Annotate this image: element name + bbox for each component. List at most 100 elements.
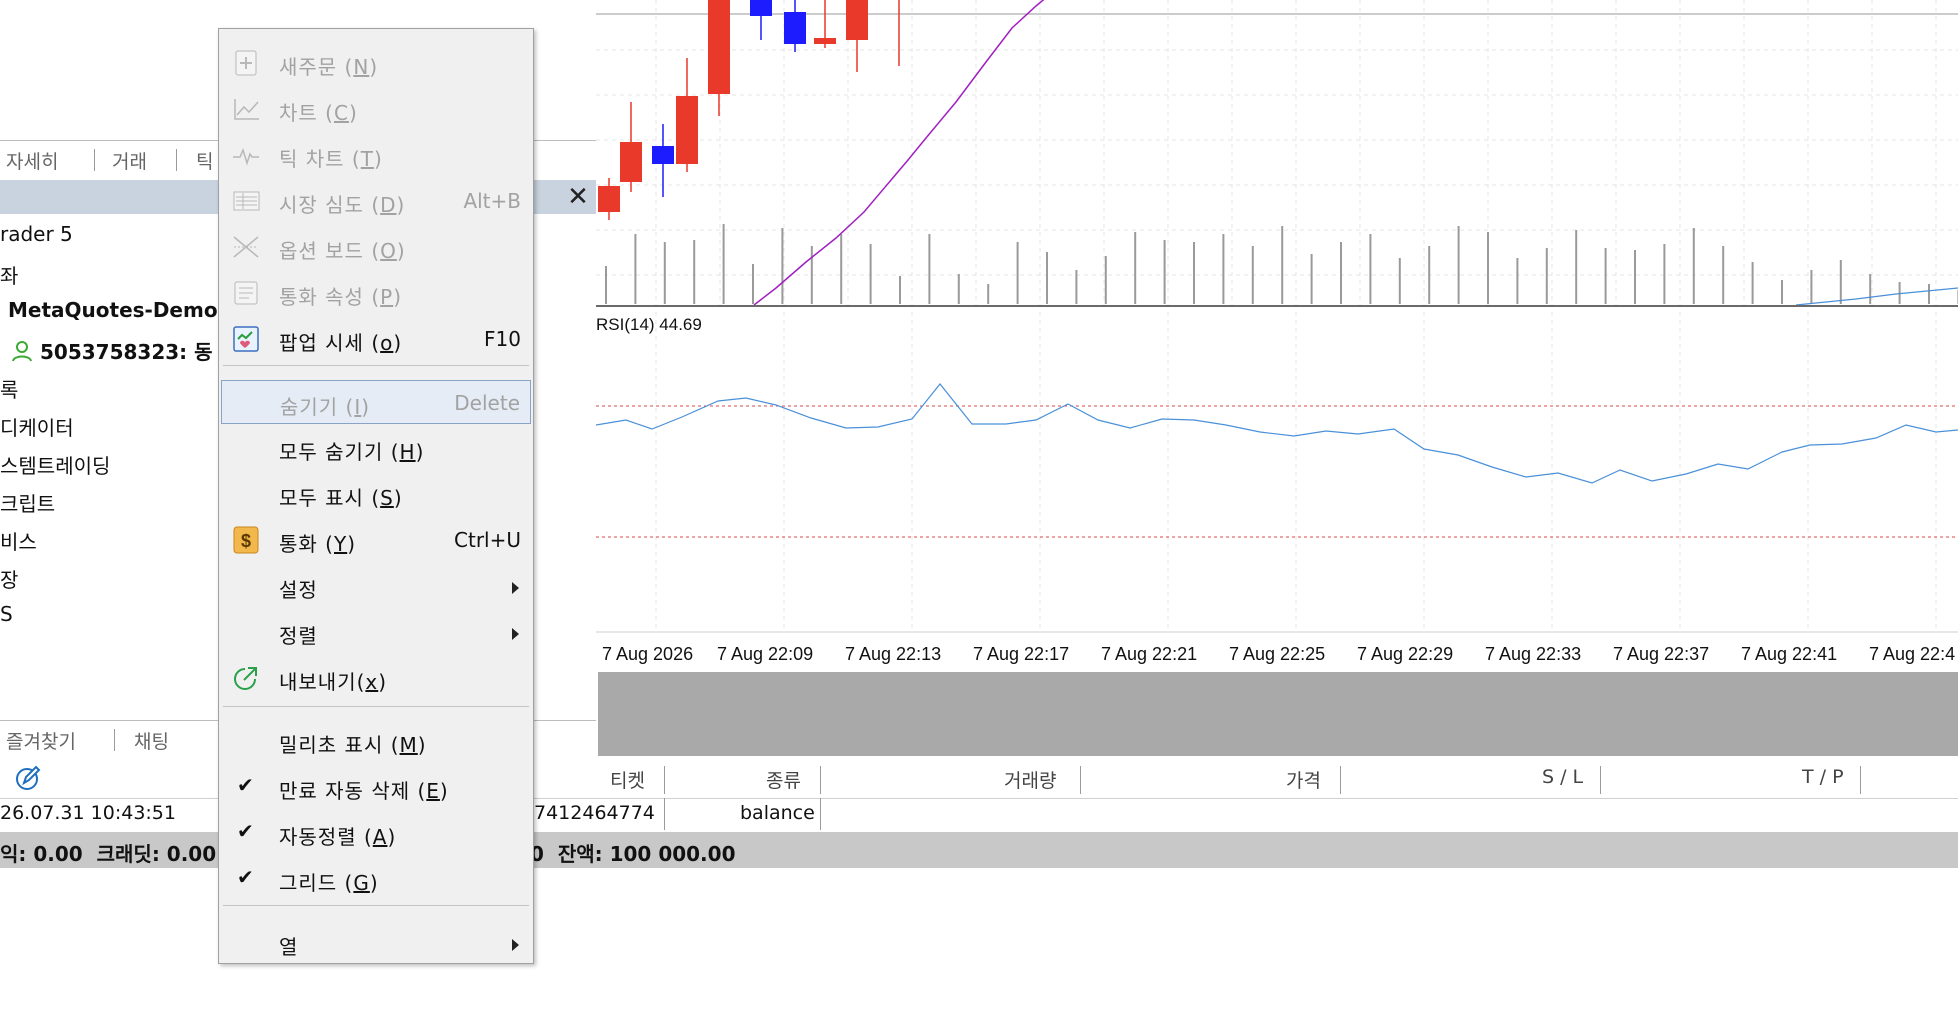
menu-item-auto-remove-expired[interactable]: ✔ 만료 자동 삭제 (E) — [221, 765, 531, 809]
candle-body — [620, 142, 642, 182]
new-order-icon — [231, 49, 261, 77]
menu-item-show-all[interactable]: 모두 표시 (S) — [221, 472, 531, 516]
tree-item-indicators[interactable]: 디케이터 — [0, 412, 74, 441]
account-label: 5053758323: 동 — [40, 340, 213, 364]
tab-favorites[interactable]: 즐겨찾기 — [6, 727, 76, 754]
menu-item-symbol-properties[interactable]: 통화 속성 (P) — [221, 271, 531, 315]
tick-chart-icon — [231, 141, 261, 169]
menu-item-show-milliseconds[interactable]: 밀리초 표시 (M) — [221, 719, 531, 763]
tab-trade[interactable]: 거래 — [112, 147, 147, 174]
time-label: 7 Aug 2026 — [602, 644, 693, 664]
edit-icon[interactable] — [14, 764, 42, 797]
export-icon — [231, 664, 261, 692]
menu-item-option-board[interactable]: 옵션 보드 (O) — [221, 225, 531, 269]
menu-item-export[interactable]: 내보내기(x) — [221, 656, 531, 700]
menu-item-settings[interactable]: 설정 — [221, 564, 531, 608]
menu-item-label: 열 — [279, 935, 299, 959]
column-volume[interactable]: 거래량 — [1004, 766, 1056, 793]
time-label: 7 Aug 22:09 — [717, 644, 813, 664]
tree-item-subscriptions[interactable]: 록 — [0, 374, 18, 403]
column-sl[interactable]: S / L — [1542, 766, 1583, 788]
tree-item-server[interactable]: MetaQuotes-Demo — [8, 298, 218, 322]
tree-item-account[interactable]: 5053758323: 동 — [10, 336, 213, 368]
menu-item-shortcut: F10 — [484, 327, 521, 351]
candle-body — [814, 38, 836, 44]
tab-details[interactable]: 자세히 — [6, 147, 58, 174]
time-label: 7 Aug 22:25 — [1229, 644, 1325, 664]
divider — [114, 729, 115, 751]
close-icon[interactable]: ✕ — [560, 180, 596, 214]
tree-item-scripts[interactable]: 크립트 — [0, 488, 55, 517]
tree-item-services[interactable]: 비스 — [0, 526, 37, 555]
menu-item-grid[interactable]: ✔ 그리드 (G) — [221, 857, 531, 901]
tree-item-market[interactable]: 장 — [0, 564, 18, 593]
menu-item-hide[interactable]: 숨기기 (I) Delete — [221, 380, 531, 424]
menu-item-label: 모두 숨기기 (H) — [279, 440, 425, 464]
tab-chat[interactable]: 채팅 — [134, 727, 169, 754]
menu-item-label: 차트 (C) — [279, 101, 358, 125]
time-label: 7 Aug 22:41 — [1741, 644, 1837, 664]
tree-item-platform[interactable]: rader 5 — [0, 222, 73, 246]
menu-item-market-depth[interactable]: 시장 심도 (D) Alt+B — [221, 179, 531, 223]
market-depth-icon — [231, 187, 261, 215]
submenu-arrow-icon — [512, 939, 519, 951]
volume-bars — [605, 224, 1958, 304]
menu-item-label: 만료 자동 삭제 (E) — [279, 779, 449, 803]
menu-item-label: 자동정렬 (A) — [279, 825, 397, 849]
row-ticket: 7412464774 — [534, 802, 655, 824]
menu-item-label: 새주문 (N) — [279, 55, 379, 79]
candle-body — [750, 0, 772, 16]
tree-item-expert-advisors[interactable]: 스템트레이딩 — [0, 450, 110, 479]
chart-icon — [231, 95, 261, 123]
menu-item-auto-arrange[interactable]: ✔ 자동정렬 (A) — [221, 811, 531, 855]
time-label: 7 Aug 22:29 — [1357, 644, 1453, 664]
menu-item-shortcut: Ctrl+U — [454, 528, 521, 552]
chart-canvas[interactable]: RSI(14) 44.69 7 Aug 2026 7 Aug 22:09 7 Aug… — [595, 0, 1958, 670]
tree-item-vps[interactable]: S — [0, 602, 13, 626]
menu-item-label: 설정 — [279, 578, 318, 602]
context-menu: 새주문 (N) 차트 (C) 틱 차트 (T) 시장 심도 (D) Alt+B 옵션 보드… — [218, 28, 534, 964]
properties-icon — [231, 279, 261, 307]
divider — [94, 149, 95, 171]
menu-item-hide-all[interactable]: 모두 숨기기 (H) — [221, 426, 531, 470]
menu-item-symbols[interactable]: $ 통화 (Y) Ctrl+U — [221, 518, 531, 562]
menu-item-label: 통화 속성 (P) — [279, 285, 402, 309]
column-ticket[interactable]: 티켓 — [610, 766, 645, 793]
candlesticks — [598, 0, 900, 220]
menu-item-label: 옵션 보드 (O) — [279, 239, 406, 263]
tree-item-accounts[interactable]: 좌 — [0, 260, 18, 289]
popup-prices-icon — [231, 325, 261, 353]
candle-body — [784, 12, 806, 44]
menu-item-columns[interactable]: 열 — [221, 921, 531, 965]
menu-item-shortcut: Delete — [454, 391, 520, 415]
time-label: 7 Aug 22:17 — [973, 644, 1069, 664]
time-label: 7 Aug 22:33 — [1485, 644, 1581, 664]
price-chart[interactable]: RSI(14) 44.69 7 Aug 2026 7 Aug 22:09 7 Aug… — [595, 0, 1958, 670]
tab-tick[interactable]: 틱 — [196, 147, 213, 174]
menu-separator — [223, 905, 529, 906]
divider — [176, 149, 177, 171]
row-time: 26.07.31 10:43:51 — [0, 802, 176, 824]
time-label: 7 Aug 22:4 — [1869, 644, 1955, 664]
column-type[interactable]: 종류 — [766, 766, 801, 793]
menu-item-chart[interactable]: 차트 (C) — [221, 87, 531, 131]
menu-item-popup-prices[interactable]: 팝업 시세 (o) F10 — [221, 317, 531, 361]
row-type: balance — [740, 802, 815, 824]
submenu-arrow-icon — [512, 582, 519, 594]
menu-item-label: 숨기기 (I) — [280, 395, 371, 419]
menu-item-label: 시장 심도 (D) — [279, 193, 406, 217]
checkmark-icon: ✔ — [237, 773, 254, 797]
column-tp[interactable]: T / P — [1802, 766, 1844, 788]
menu-item-label: 통화 (Y) — [279, 532, 356, 556]
menu-item-label: 그리드 (G) — [279, 871, 379, 895]
time-label: 7 Aug 22:13 — [845, 644, 941, 664]
column-price[interactable]: 가격 — [1286, 766, 1321, 793]
menu-item-sort[interactable]: 정렬 — [221, 610, 531, 654]
menu-separator — [223, 706, 529, 707]
menu-item-label: 정렬 — [279, 624, 318, 648]
menu-item-tick-chart[interactable]: 틱 차트 (T) — [221, 133, 531, 177]
submenu-arrow-icon — [512, 628, 519, 640]
menu-item-label: 밀리초 표시 (M) — [279, 733, 427, 757]
menu-item-new-order[interactable]: 새주문 (N) — [221, 41, 531, 85]
user-icon — [10, 339, 34, 368]
